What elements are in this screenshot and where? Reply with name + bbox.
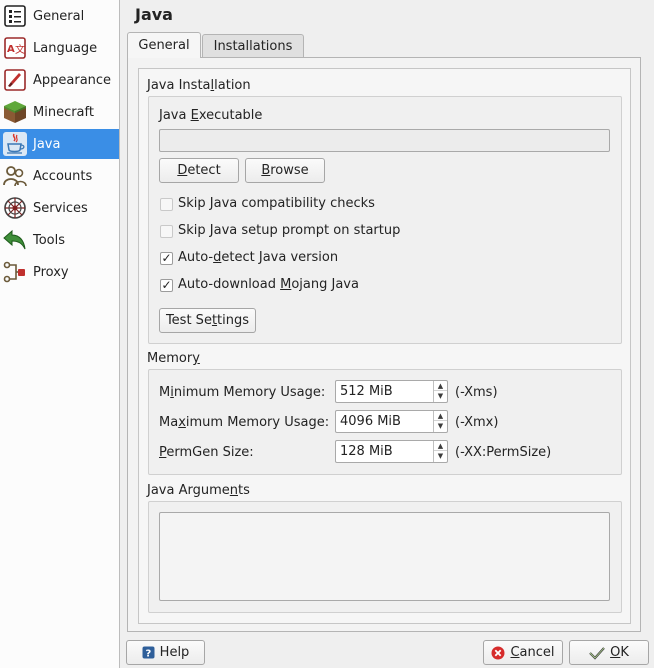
tools-arrow-icon xyxy=(3,229,26,250)
help-button[interactable]: ? Help xyxy=(126,640,205,665)
skip-compatibility-checkbox[interactable] xyxy=(160,198,173,211)
tab-installations[interactable]: Installations xyxy=(202,34,304,58)
sidebar-item-general[interactable]: General xyxy=(0,1,119,31)
sidebar-item-label: Accounts xyxy=(33,168,93,184)
cancel-button[interactable]: Cancel xyxy=(483,640,563,665)
ok-checkmark-icon xyxy=(589,646,605,660)
permgen-label: PermGen Size: xyxy=(159,445,254,460)
sidebar-item-tools[interactable]: Tools xyxy=(0,225,119,255)
tab-label: General xyxy=(138,38,190,53)
min-memory-label: Minimum Memory Usage: xyxy=(159,385,326,400)
page-title: Java xyxy=(135,5,173,24)
appearance-brush-icon xyxy=(4,69,26,91)
spin-up-arrow-icon[interactable]: ▲ xyxy=(434,441,447,451)
spin-up-arrow-icon[interactable]: ▲ xyxy=(434,411,447,421)
java-executable-label: Java Executable xyxy=(159,108,263,123)
cancel-x-icon xyxy=(491,646,505,659)
test-settings-button[interactable]: Test Se t tings xyxy=(159,308,256,333)
spin-down-arrow-icon[interactable]: ▼ xyxy=(434,421,447,431)
auto-detect-checkbox[interactable]: ✓ xyxy=(160,252,173,265)
sidebar-item-accounts[interactable]: Accounts xyxy=(0,161,119,191)
min-memory-suffix: (-Xms) xyxy=(455,385,498,400)
java-installation-group-title: Java Installation xyxy=(147,78,251,93)
java-arguments-textarea[interactable] xyxy=(159,512,610,601)
java-coffee-cup-icon xyxy=(3,132,27,156)
sidebar-item-minecraft[interactable]: Minecraft xyxy=(0,97,119,127)
svg-text:A: A xyxy=(7,44,15,55)
browse-button[interactable]: Browse xyxy=(245,158,325,183)
sidebar-item-label: Proxy xyxy=(33,264,69,280)
auto-download-label[interactable]: Auto-download Mojang Java xyxy=(178,277,359,292)
memory-group-title: Memory xyxy=(147,351,200,366)
sidebar-item-java[interactable]: Java xyxy=(0,129,119,159)
sidebar-item-appearance[interactable]: Appearance xyxy=(0,65,119,95)
svg-text:文: 文 xyxy=(15,43,25,56)
settings-list-icon xyxy=(4,5,26,27)
skip-setup-prompt-checkbox[interactable] xyxy=(160,225,173,238)
tab-label: Installations xyxy=(213,39,293,54)
settings-sidebar: General A 文 Language Appearance Minecraf… xyxy=(0,0,120,668)
help-question-icon: ? xyxy=(142,646,155,659)
spin-down-arrow-icon[interactable]: ▼ xyxy=(434,451,447,461)
max-memory-label: Maximum Memory Usage: xyxy=(159,415,330,430)
permgen-suffix: (-XX:PermSize) xyxy=(455,445,552,460)
sidebar-item-services[interactable]: Services xyxy=(0,193,119,223)
max-memory-suffix: (-Xmx) xyxy=(455,415,499,430)
java-arguments-group-title: Java Arguments xyxy=(147,483,250,498)
spin-down-arrow-icon[interactable]: ▼ xyxy=(434,391,447,401)
minecraft-grass-block-icon xyxy=(4,101,26,123)
tab-general[interactable]: General xyxy=(127,32,201,58)
svg-text:?: ? xyxy=(145,649,151,660)
spin-up-arrow-icon[interactable]: ▲ xyxy=(434,381,447,391)
sidebar-item-proxy[interactable]: Proxy xyxy=(0,257,119,287)
permgen-value: 128 MiB xyxy=(340,444,393,459)
language-icon: A 文 xyxy=(4,37,26,59)
sidebar-item-language[interactable]: A 文 Language xyxy=(0,33,119,63)
sidebar-item-label: Java xyxy=(33,136,61,152)
skip-setup-prompt-label[interactable]: Skip Java setup prompt on startup xyxy=(178,223,400,238)
sidebar-item-label: Language xyxy=(33,40,98,56)
accounts-people-icon xyxy=(3,166,27,187)
auto-detect-label[interactable]: Auto-detect Java version xyxy=(178,250,338,265)
max-memory-value: 4096 MiB xyxy=(340,414,401,429)
min-memory-spinbox[interactable]: 512 MiB ▲ ▼ xyxy=(335,380,448,403)
auto-download-checkbox[interactable]: ✓ xyxy=(160,279,173,292)
services-icon xyxy=(4,197,26,219)
sidebar-item-label: Tools xyxy=(33,232,66,248)
permgen-spinbox[interactable]: 128 MiB ▲ ▼ xyxy=(335,440,448,463)
sidebar-item-label: Services xyxy=(33,200,88,216)
sidebar-item-label: General xyxy=(33,8,85,24)
sidebar-item-label: Appearance xyxy=(33,72,112,88)
ok-button[interactable]: OK xyxy=(569,640,649,665)
skip-compatibility-label[interactable]: Skip Java compatibility checks xyxy=(178,196,375,211)
max-memory-spinbox[interactable]: 4096 MiB ▲ ▼ xyxy=(335,410,448,433)
sidebar-item-label: Minecraft xyxy=(33,104,94,120)
min-memory-value: 512 MiB xyxy=(340,384,393,399)
java-executable-field[interactable] xyxy=(159,129,610,152)
proxy-icon xyxy=(3,261,25,283)
detect-button[interactable]: Detect xyxy=(159,158,239,183)
